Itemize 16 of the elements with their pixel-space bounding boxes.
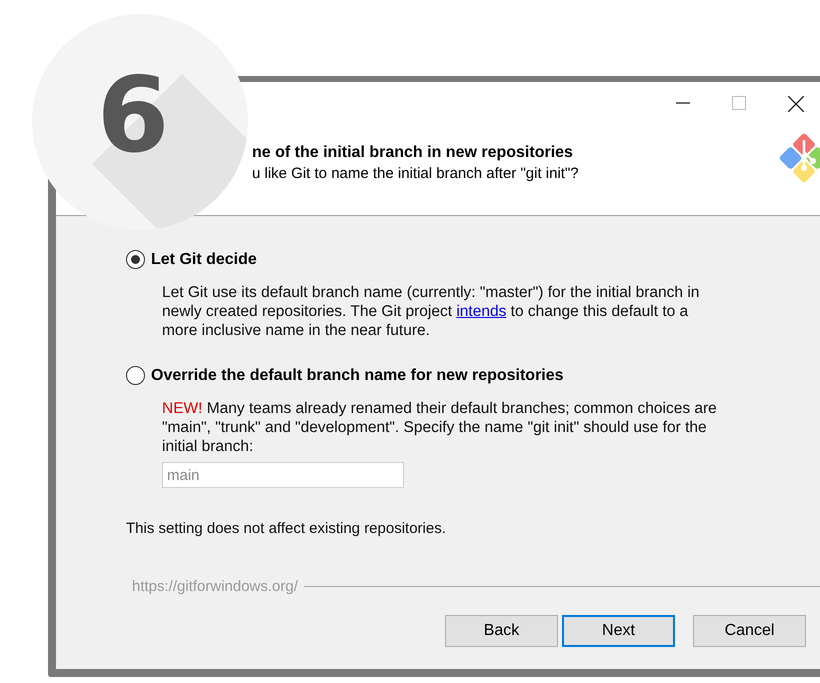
option-description: Let Git use its default branch name (currently: "master") for the initial branch in newly created repositories. The Git project intends to change this default to a more inclusive name in the near future.: [162, 283, 700, 340]
radio-option[interactable]: Override the default branch name for new repositories: [126, 366, 564, 385]
radio-option[interactable]: Let Git decide: [126, 250, 257, 269]
radio-button[interactable]: [126, 366, 145, 385]
close-icon[interactable]: [788, 96, 804, 112]
step-number: 6: [96, 54, 170, 176]
page-subtitle: u like Git to name the initial branch after "git init"?: [252, 165, 579, 182]
note-text: This setting does not affect existing repositories.: [126, 520, 447, 537]
option-description: NEW! Many teams already renamed their default branches; common choices are "main", "trunk" and "development". Specify the name "git init" should use for the initial branch:: [162, 399, 718, 456]
page-title: ne of the initial branch in new repositories: [252, 144, 574, 162]
website-url: https://gitforwindows.org/: [132, 578, 298, 595]
dialog-button[interactable]: Back: [445, 615, 558, 647]
intends-link[interactable]: intends: [456, 303, 506, 320]
radio-button[interactable]: [126, 250, 145, 269]
dialog-button[interactable]: Cancel: [693, 615, 806, 647]
dialog-button[interactable]: Next: [562, 615, 675, 647]
